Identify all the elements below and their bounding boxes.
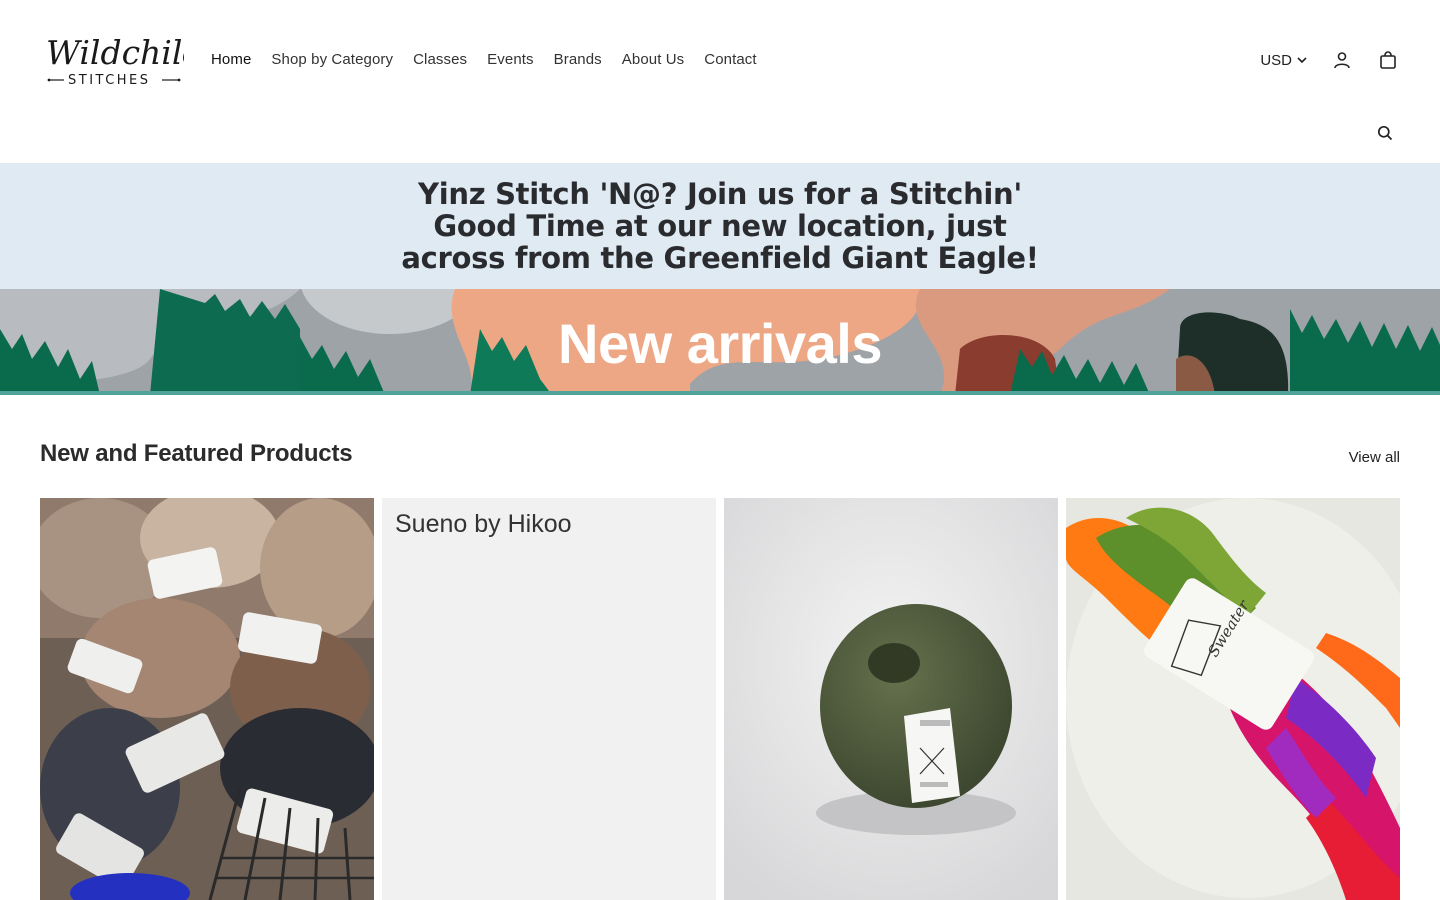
search-icon[interactable] (1374, 122, 1396, 144)
announcement-bar: Yinz Stitch 'N@? Join us for a Stitchin'… (0, 163, 1440, 289)
section-title: New and Featured Products (40, 440, 353, 467)
product-card[interactable] (724, 498, 1058, 900)
account-icon[interactable] (1330, 48, 1354, 72)
currency-label: USD (1260, 51, 1292, 69)
product-image-skeins (40, 498, 374, 900)
product-card[interactable]: Sueno by Hikoo (382, 498, 716, 900)
nav-home[interactable]: Home (211, 51, 251, 68)
product-card[interactable] (40, 498, 374, 900)
view-all-link[interactable]: View all (1349, 449, 1400, 466)
product-title: Sueno by Hikoo (395, 510, 572, 538)
logo-stitches-text: STITCHES (68, 73, 151, 88)
nav-contact[interactable]: Contact (704, 51, 756, 68)
nav-classes[interactable]: Classes (413, 51, 467, 68)
product-grid: Sueno by Hikoo Sweater (40, 498, 1400, 900)
hero-title: New arrivals (558, 312, 882, 375)
nav-about-us[interactable]: About Us (622, 51, 685, 68)
chevron-down-icon (1297, 57, 1307, 64)
nav-brands[interactable]: Brands (554, 51, 602, 68)
wildchild-stitches-logo[interactable]: Wildchild STITCHES (44, 26, 204, 90)
logo-script-text: Wildchild (46, 33, 184, 72)
product-image-green-yarn (724, 498, 1058, 900)
hero-banner: New arrivals (0, 289, 1440, 395)
currency-selector[interactable]: USD (1260, 52, 1308, 69)
announcement-text: Yinz Stitch 'N@? Join us for a Stitchin'… (401, 177, 1039, 275)
nav-shop-by-category[interactable]: Shop by Category (271, 51, 393, 68)
product-card[interactable]: Sweater (1066, 498, 1400, 900)
site-header: Wildchild STITCHES Home Shop by Category… (0, 0, 1440, 163)
header-utilities: USD (1260, 48, 1400, 72)
main-nav: Home Shop by Category Classes Events Bra… (211, 51, 757, 68)
cart-icon[interactable] (1376, 48, 1400, 72)
nav-events[interactable]: Events (487, 51, 533, 68)
product-image-rainbow-hank: Sweater (1066, 498, 1400, 900)
